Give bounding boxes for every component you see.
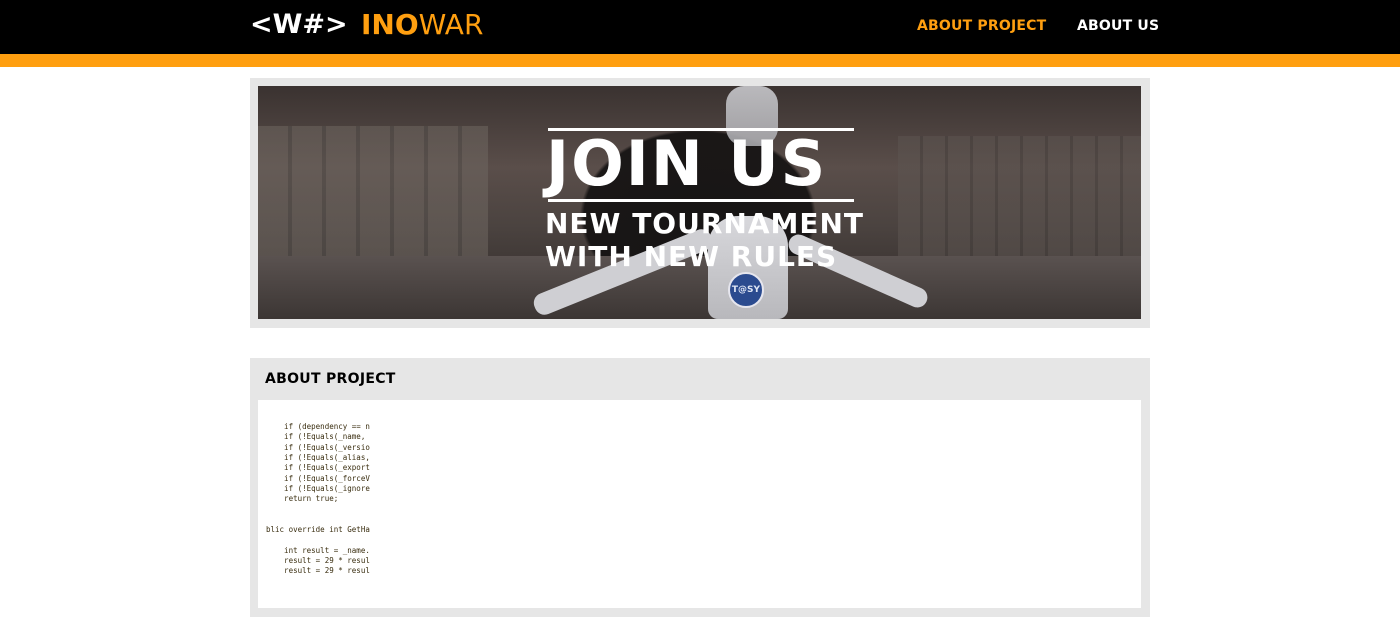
banner-background-left [258,126,488,276]
code-line: if (!Equals(_version, [266,442,370,452]
code-line: if (!Equals(_forceVer [266,473,370,483]
code-line: return true; [266,494,339,504]
brand-name-bold: INO [361,8,419,41]
headline-rule-bottom [548,199,854,202]
brand-name-light: WAR [418,8,484,41]
robot-badge-logo: T@SY [728,272,764,308]
about-section-title: ABOUT PROJECT [265,371,396,387]
about-content-panel: if (dependency == null if (!Equals(_name… [258,400,1141,608]
nav-about-project[interactable]: ABOUT PROJECT [917,17,1046,35]
code-line: result = 29 * result [266,555,370,565]
code-line: result = 29 * result [266,566,370,576]
code-screenshot-image: if (dependency == null if (!Equals(_name… [266,422,370,582]
code-line: if (dependency == null [284,422,370,431]
hero-banner[interactable]: T@SY JOIN US NEW TOURNAMENT WITH NEW RUL… [258,86,1141,319]
banner-subline-2: WITH NEW RULES [545,240,838,273]
code-line: int result = _name.Ge [266,545,370,555]
logo-mark[interactable]: <W#> [250,9,348,41]
banner-subline-1: NEW TOURNAMENT [545,207,865,240]
code-line: blic override int GetHa [266,525,370,534]
banner-headline: JOIN US [546,127,828,200]
brand-name[interactable]: INOWAR [361,9,483,41]
accent-stripe [0,54,1400,67]
code-line: if (!Equals(_exported [266,463,370,473]
code-line: if (!Equals(_ignoreDe [266,483,370,493]
nav-about-us[interactable]: ABOUT US [1077,17,1159,35]
code-line: if (!Equals(_name, dep [284,432,370,442]
code-line: if (!Equals(_alias, d [266,452,370,462]
top-navigation-bar [0,0,1400,54]
